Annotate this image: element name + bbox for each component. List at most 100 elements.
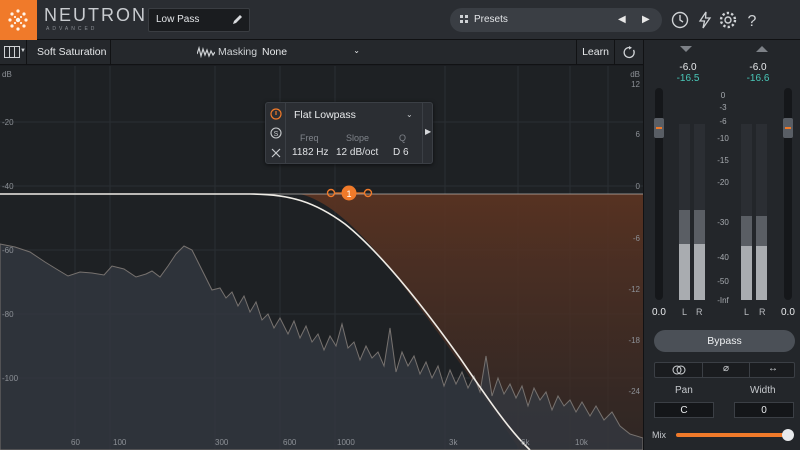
input-meter-right bbox=[694, 124, 705, 300]
lightning-icon[interactable] bbox=[695, 10, 715, 30]
previous-preset-button[interactable]: ◀ bbox=[618, 14, 626, 25]
power-icon[interactable] bbox=[270, 108, 282, 120]
hz-label: 60 bbox=[71, 438, 80, 447]
masking-select[interactable]: None ⌄ bbox=[262, 46, 360, 58]
db-label-right: 12 bbox=[631, 80, 640, 89]
phase-invert-icon: ⌀ bbox=[722, 363, 730, 374]
meter-scale-label: -3 bbox=[719, 103, 727, 112]
meter-scale-label: -20 bbox=[717, 178, 729, 187]
meter-scale-label: -Inf bbox=[717, 296, 729, 305]
output-meter-collapse-icon[interactable] bbox=[756, 46, 768, 54]
db-label-left: -100 bbox=[2, 374, 19, 383]
presets-grid-icon bbox=[460, 15, 468, 23]
meter-scale-label: -50 bbox=[717, 277, 729, 286]
db-label-right: dB bbox=[630, 70, 640, 79]
output-channel-right-label: R bbox=[759, 307, 766, 317]
columns-icon bbox=[4, 46, 20, 58]
preset-name-field[interactable]: Low Pass bbox=[148, 8, 250, 32]
module-list-button[interactable]: ▼ bbox=[0, 40, 27, 65]
help-icon[interactable]: ? bbox=[742, 10, 762, 30]
presets-label: Presets bbox=[474, 14, 508, 25]
meter-scale-label: -15 bbox=[717, 156, 729, 165]
gear-icon[interactable] bbox=[718, 10, 738, 30]
mix-label: Mix bbox=[652, 430, 666, 440]
product-name: NEUTRON bbox=[44, 5, 147, 25]
top-bar: NEUTRON ADVANCED Low Pass Presets ◀ ▶ ? bbox=[0, 0, 800, 40]
pan-value-field[interactable]: C bbox=[654, 402, 714, 418]
band-popup-expand[interactable]: ▶ bbox=[422, 103, 434, 163]
chevron-down-icon: ⌄ bbox=[353, 46, 360, 55]
input-gain-fader-thumb[interactable] bbox=[654, 118, 664, 138]
db-label-right: -18 bbox=[628, 336, 640, 345]
db-label-right: 0 bbox=[635, 182, 640, 191]
hz-label: 100 bbox=[113, 438, 127, 447]
phase-invert-button[interactable]: ⌀ bbox=[702, 363, 749, 377]
hz-label: 3k bbox=[449, 438, 458, 447]
input-gain-value[interactable]: 0.0 bbox=[652, 307, 666, 318]
close-icon[interactable] bbox=[270, 147, 282, 159]
output-channel-left-label: L bbox=[744, 307, 750, 317]
mix-slider[interactable] bbox=[676, 433, 790, 437]
stereo-link-icon bbox=[672, 365, 685, 375]
band-node-number: 1 bbox=[346, 189, 351, 199]
band-popup-side: S bbox=[266, 103, 286, 163]
db-label-left: -40 bbox=[2, 182, 14, 191]
width-value-field[interactable]: 0 bbox=[734, 402, 794, 418]
solo-icon[interactable]: S bbox=[270, 127, 282, 139]
divider bbox=[110, 40, 111, 65]
stereo-link-button[interactable] bbox=[655, 363, 702, 377]
pencil-icon[interactable] bbox=[232, 14, 243, 25]
hz-label: 6k bbox=[521, 438, 530, 447]
q-value[interactable]: D 6 bbox=[393, 147, 409, 158]
slope-value[interactable]: 12 dB/oct bbox=[336, 147, 378, 158]
input-channel-right-label: R bbox=[696, 307, 703, 317]
stereo-mode-bar: ⌀ ↔ bbox=[654, 362, 795, 378]
output-gain-value[interactable]: 0.0 bbox=[781, 307, 795, 318]
swap-arrows-icon: ↔ bbox=[768, 363, 778, 374]
chevron-down-icon: ▼ bbox=[20, 48, 26, 54]
q-label: Q bbox=[399, 133, 407, 143]
meter-scale-label: -6 bbox=[719, 117, 727, 126]
next-preset-button[interactable]: ▶ bbox=[642, 14, 650, 25]
meter-scale-label: 0 bbox=[720, 91, 726, 100]
freq-value[interactable]: 1182 Hz bbox=[292, 147, 329, 158]
filter-type-select[interactable]: Flat Lowpass bbox=[294, 109, 356, 121]
learn-button[interactable]: Learn bbox=[576, 40, 615, 65]
swap-channels-button[interactable]: ↔ bbox=[749, 363, 796, 377]
reset-icon[interactable] bbox=[623, 46, 636, 59]
output-meter-left bbox=[741, 124, 752, 300]
mix-slider-thumb[interactable] bbox=[782, 429, 794, 441]
izotope-logo[interactable] bbox=[0, 0, 37, 40]
width-label: Width bbox=[750, 385, 776, 396]
svg-text:S: S bbox=[274, 131, 279, 138]
hz-label: 10k bbox=[575, 438, 588, 447]
presets-bar[interactable]: Presets ◀ ▶ bbox=[450, 8, 662, 32]
history-icon[interactable] bbox=[670, 10, 690, 30]
db-label-left: -20 bbox=[2, 118, 14, 127]
pan-label: Pan bbox=[675, 385, 693, 396]
meter-scale-label: -10 bbox=[717, 134, 729, 143]
masking-label: Masking bbox=[218, 46, 258, 58]
meter-scale-label: -40 bbox=[717, 253, 729, 262]
band-popup: S Flat Lowpass ⌄ Freq Slope Q 1182 Hz 12… bbox=[265, 102, 433, 164]
masking-waveform-icon bbox=[197, 46, 215, 58]
input-meter-collapse-icon[interactable] bbox=[680, 46, 692, 54]
input-rms-readout: -16.5 bbox=[676, 73, 700, 84]
meter-scale-label: -30 bbox=[717, 218, 729, 227]
output-peak-readout: -6.0 bbox=[749, 62, 767, 73]
module-name[interactable]: Soft Saturation bbox=[37, 46, 106, 58]
db-label-right: -24 bbox=[628, 387, 640, 396]
input-gain-fader[interactable] bbox=[654, 88, 664, 300]
db-label-right: -6 bbox=[632, 234, 640, 243]
svg-text:?: ? bbox=[748, 13, 757, 30]
bypass-button[interactable]: Bypass bbox=[654, 330, 795, 352]
chevron-down-icon: ⌄ bbox=[406, 110, 413, 119]
freq-label: Freq bbox=[300, 133, 319, 143]
db-label-left: -60 bbox=[2, 246, 14, 255]
preset-name-value: Low Pass bbox=[156, 14, 200, 25]
db-label-right: 6 bbox=[635, 130, 640, 139]
module-header: ▼ Soft Saturation Masking None ⌄ Learn bbox=[0, 40, 643, 65]
output-gain-fader-thumb[interactable] bbox=[783, 118, 793, 138]
hz-label: 300 bbox=[215, 438, 229, 447]
output-gain-fader[interactable] bbox=[783, 88, 793, 300]
